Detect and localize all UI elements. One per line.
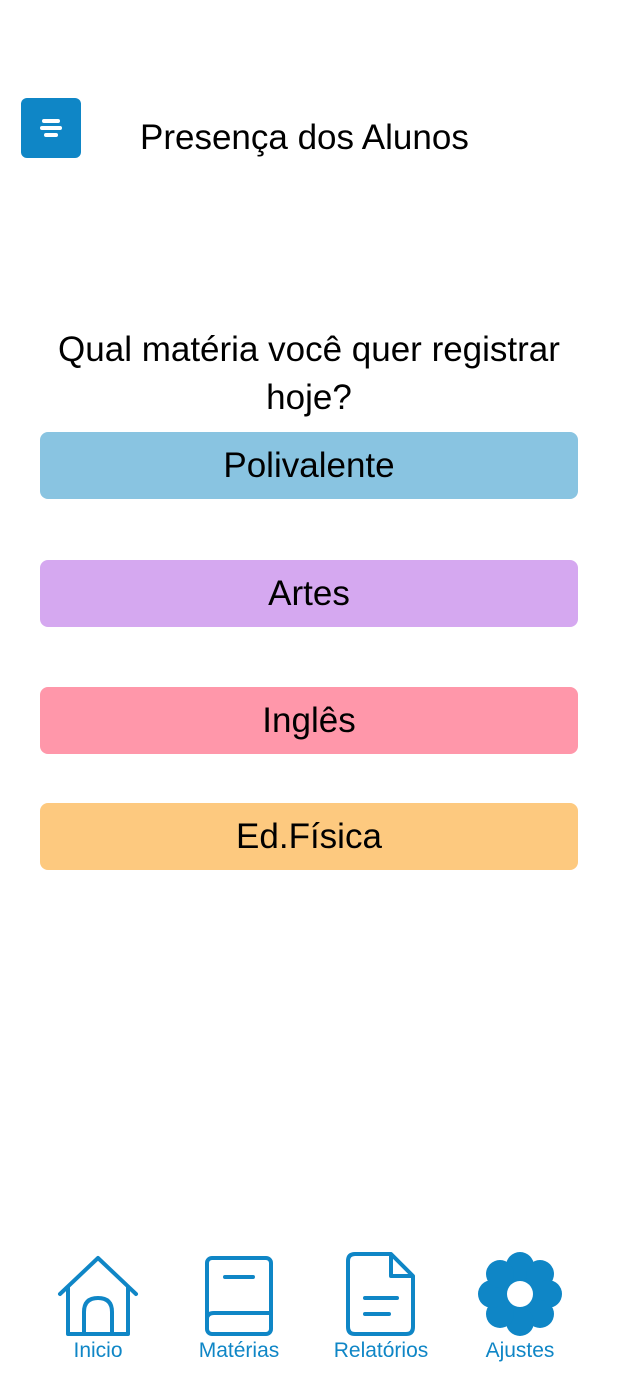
nav-label-inicio: Inicio	[73, 1339, 123, 1362]
nav-item-materias[interactable]: Matérias	[169, 1240, 309, 1370]
document-icon	[346, 1252, 415, 1336]
nav-item-inicio[interactable]: Inicio	[28, 1240, 168, 1370]
book-icon	[205, 1256, 273, 1336]
nav-item-ajustes[interactable]: Ajustes	[450, 1240, 590, 1370]
nav-item-relatorios[interactable]: Relatórios	[311, 1240, 451, 1370]
nav-label-ajustes: Ajustes	[485, 1339, 555, 1362]
menu-icon	[40, 119, 62, 137]
menu-button[interactable]	[21, 98, 81, 158]
page-title: Presença dos Alunos	[140, 118, 469, 157]
home-icon	[58, 1256, 138, 1336]
subject-question: Qual matéria você quer registrar hoje?	[58, 330, 560, 417]
subject-button-ed-fisica[interactable]: Ed.Física	[40, 803, 578, 870]
gear-icon	[478, 1252, 562, 1336]
subject-button-ingles[interactable]: Inglês	[40, 687, 578, 754]
bottom-navigation: Inicio Matérias Relatórios Ajustes	[0, 1240, 618, 1376]
nav-label-materias: Matérias	[198, 1339, 280, 1362]
subject-button-polivalente[interactable]: Polivalente	[40, 432, 578, 499]
app-screen: Presença dos Alunos Qual matéria você qu…	[0, 0, 618, 1376]
nav-label-relatorios: Relatórios	[333, 1339, 429, 1362]
subject-button-artes[interactable]: Artes	[40, 560, 578, 627]
